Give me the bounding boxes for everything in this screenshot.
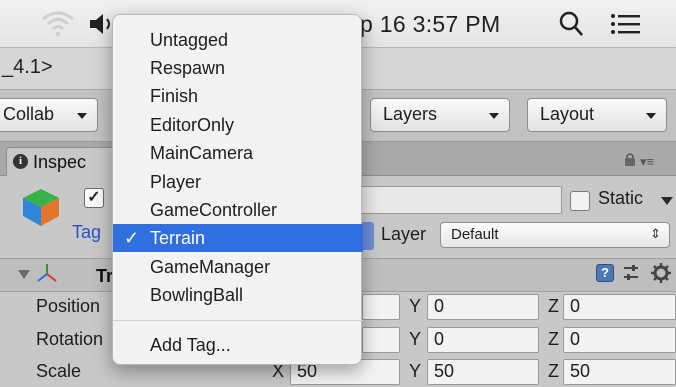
menubar-clock[interactable]: p 16 3:57 PM (360, 11, 500, 38)
transform-axes-icon (37, 264, 57, 282)
menu-item-gamemanager[interactable]: GameManager (113, 253, 363, 281)
rotation-x-field[interactable] (362, 327, 400, 353)
gear-icon[interactable] (650, 262, 672, 284)
window-title: _4.1> (2, 56, 53, 78)
dropdown-arrow-icon (646, 113, 656, 119)
scale-y-axis-label: Y (409, 361, 422, 381)
position-label: Position (36, 296, 101, 316)
position-y-axis-label: Y (409, 296, 422, 316)
updown-arrows-icon: ⇕ (650, 226, 661, 241)
tag-label: Tag (72, 222, 102, 242)
position-x-field[interactable] (362, 294, 400, 320)
component-title: Tr (96, 266, 114, 286)
menu-item-editoronly[interactable]: EditorOnly (113, 111, 363, 139)
menu-item-maincamera[interactable]: MainCamera (113, 139, 363, 167)
scale-z-axis-label: Z (548, 361, 559, 381)
search-icon[interactable] (558, 10, 584, 38)
layer-value: Default (451, 226, 499, 243)
panel-menu-icon[interactable]: ▾≡ (640, 154, 670, 169)
inspector-tab-label: Inspec (33, 152, 87, 172)
scale-label: Scale (36, 361, 82, 381)
gameobject-cube-icon (23, 189, 59, 226)
preset-sliders-icon[interactable] (622, 264, 640, 282)
layout-dropdown[interactable]: Layout (527, 98, 667, 132)
menu-item-add-tag[interactable]: Add Tag... (113, 331, 363, 359)
layout-label: Layout (540, 104, 595, 124)
scale-z-field[interactable]: 50 (563, 359, 676, 385)
menu-item-terrain-label: Terrain (150, 228, 206, 248)
static-dropdown-arrow-icon[interactable] (661, 197, 673, 205)
layer-label: Layer (381, 224, 427, 244)
menu-item-finish[interactable]: Finish (113, 82, 363, 110)
foldout-arrow-icon[interactable] (18, 270, 30, 279)
menu-item-player[interactable]: Player (113, 168, 363, 196)
position-y-field[interactable]: 0 (427, 294, 539, 320)
static-label: Static (598, 188, 644, 208)
menu-item-terrain[interactable]: ✓ Terrain (113, 224, 363, 252)
menu-item-respawn[interactable]: Respawn (113, 54, 363, 82)
checkmark-icon: ✓ (124, 228, 140, 248)
wifi-icon[interactable] (40, 9, 76, 37)
rotation-label: Rotation (36, 329, 104, 349)
gameobject-name-field[interactable] (352, 186, 562, 214)
rotation-y-axis-label: Y (409, 329, 422, 349)
collab-label: Collab (3, 104, 55, 124)
menu-item-bowlingball[interactable]: BowlingBall (113, 281, 363, 309)
menu-item-gamecontroller[interactable]: GameController (113, 196, 363, 224)
layer-dropdown[interactable]: Default ⇕ (440, 222, 670, 248)
scale-y-field[interactable]: 50 (427, 359, 539, 385)
dropdown-arrow-icon (77, 113, 87, 119)
help-book-icon[interactable]: ? (596, 264, 614, 282)
rotation-y-field[interactable]: 0 (427, 327, 539, 353)
active-checkbox[interactable]: ✓ (84, 188, 104, 208)
position-z-axis-label: Z (548, 296, 559, 316)
collab-button[interactable]: Collab (0, 98, 98, 132)
lock-icon[interactable] (624, 152, 636, 166)
rotation-z-axis-label: Z (548, 329, 559, 349)
menu-separator (113, 320, 363, 321)
layers-dropdown[interactable]: Layers (370, 98, 510, 132)
dropdown-arrow-icon (489, 113, 499, 119)
tag-dropdown-menu: Untagged Respawn Finish EditorOnly MainC… (112, 14, 363, 365)
info-icon: i (13, 154, 28, 169)
list-icon[interactable] (610, 13, 640, 35)
static-checkbox[interactable] (570, 191, 590, 211)
rotation-z-field[interactable]: 0 (563, 327, 676, 353)
position-z-field[interactable]: 0 (563, 294, 676, 320)
layers-label: Layers (383, 104, 438, 124)
menu-item-untagged[interactable]: Untagged (113, 26, 363, 54)
